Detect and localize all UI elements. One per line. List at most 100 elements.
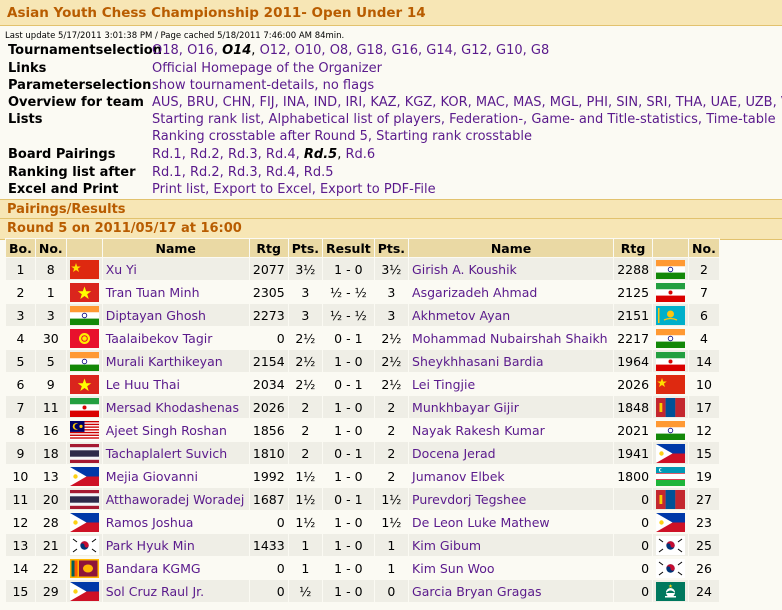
teams-links[interactable]: AUS, BRU, CHN, FIJ, INA, IND, IRI, KAZ, …	[152, 95, 782, 110]
table-cell: 2	[373, 441, 410, 465]
table-cell: 2½	[287, 326, 324, 350]
player2-name-link[interactable]: De Leon Luke Mathew	[412, 515, 550, 530]
player1-name-link[interactable]: Ramos Joshua	[106, 515, 194, 530]
player2-number: 26	[696, 560, 712, 576]
player1-flag-icon	[69, 259, 99, 279]
player1-name-link[interactable]: Murali Karthikeyan	[106, 354, 223, 369]
player2-name-link[interactable]: Purevdorj Tegshee	[412, 492, 526, 507]
player1-name-link[interactable]: Xu Yi	[106, 262, 137, 277]
table-cell: 2½	[287, 372, 324, 396]
organizer-link[interactable]: Official Homepage of the Organizer	[152, 61, 382, 76]
player2-number: 10	[696, 376, 712, 392]
table-cell: Kim Gibum	[408, 533, 615, 557]
table-cell: 1 - 0	[322, 556, 375, 580]
board-round-link[interactable]: Rd.2,	[190, 147, 224, 162]
table-row: 10 13 Mejia Giovanni 1992 1½ 1 - 0 2 Jumanov El…	[5, 464, 720, 488]
ranking-links[interactable]: Rd.1, Rd.2, Rd.3, Rd.4, Rd.5	[152, 165, 334, 180]
player2-points: 3	[387, 284, 396, 300]
player2-name-link[interactable]: Jumanov Elbek	[412, 469, 505, 484]
board-round-link[interactable]: Rd.6	[345, 147, 375, 162]
player1-name-link[interactable]: Ajeet Singh Roshan	[106, 423, 227, 438]
table-cell: Purevdorj Tegshee	[408, 487, 615, 511]
player2-name-link[interactable]: Akhmetov Ayan	[412, 308, 510, 323]
player1-name-link[interactable]: Taalaibekov Tagir	[106, 331, 213, 346]
player1-name-link[interactable]: Bandara KGMG	[106, 561, 201, 576]
player2-name-link[interactable]: Garcia Bryan Gragas	[412, 584, 541, 599]
player1-name-link[interactable]: Park Hyuk Min	[106, 538, 195, 553]
table-cell: 1	[373, 556, 410, 580]
flag-cell	[652, 418, 690, 442]
player2-name-link[interactable]: Sheykhhasani Bardia	[412, 354, 543, 369]
player2-name-link[interactable]: Munkhbayar Gijir	[412, 400, 519, 415]
player1-name-link[interactable]: Le Huu Thai	[106, 377, 180, 392]
player2-rating: 0	[641, 583, 650, 599]
table-cell: 2021	[613, 418, 654, 442]
col-pts1: Pts.	[287, 238, 324, 258]
player2-points: 1½	[381, 491, 402, 507]
player1-name-link[interactable]: Tran Tuan Minh	[106, 285, 200, 300]
player2-points: 2½	[381, 353, 402, 369]
player2-flag-icon	[656, 397, 686, 417]
table-cell: 2	[373, 395, 410, 419]
table-cell: 0 - 1	[322, 372, 375, 396]
tournament-link[interactable]: G12,	[461, 43, 492, 58]
board-round-link[interactable]: Rd.3,	[228, 147, 262, 162]
table-cell: Bandara KGMG	[101, 556, 250, 580]
table-cell: 2305	[248, 280, 289, 304]
tournament-link[interactable]: O8,	[330, 43, 353, 58]
table-cell: Lei Tingjie	[408, 372, 615, 396]
player2-name-link[interactable]: Kim Sun Woo	[412, 561, 495, 576]
game-result: ½ - ½	[330, 307, 367, 323]
excel-links[interactable]: Print list, Export to Excel, Export to P…	[152, 182, 436, 197]
player2-name-link[interactable]: Asgarizadeh Ahmad	[412, 285, 537, 300]
player2-name-link[interactable]: Lei Tingjie	[412, 377, 475, 392]
player1-flag-icon	[69, 305, 99, 325]
player2-flag-icon	[656, 282, 686, 302]
player2-number: 27	[696, 491, 712, 507]
table-cell: 7	[5, 395, 36, 419]
params-label: Parameterselection	[8, 78, 152, 93]
table-cell: 13	[34, 464, 67, 488]
board-round-link[interactable]: Rd.1,	[152, 147, 186, 162]
player1-points: 2½	[295, 376, 316, 392]
tournament-link[interactable]: O16,	[187, 43, 218, 58]
lists-links-line1[interactable]: Starting rank list, Alphabetical list of…	[152, 112, 776, 127]
player2-name-link[interactable]: Docena Jerad	[412, 446, 496, 461]
table-cell: 1856	[248, 418, 289, 442]
player2-rating: 2026	[617, 376, 650, 392]
table-cell: Atthaworadej Woradej	[101, 487, 250, 511]
table-cell: 10	[688, 372, 720, 396]
tournament-link[interactable]: G18,	[356, 43, 387, 58]
tournament-link[interactable]: O10,	[295, 43, 326, 58]
player1-name-link[interactable]: Sol Cruz Raul Jr.	[106, 584, 204, 599]
params-link[interactable]: show tournament-details, no flags	[152, 78, 374, 93]
player1-name-link[interactable]: Tachaplalert Suvich	[106, 446, 227, 461]
board-round-link[interactable]: Rd.4,	[266, 147, 300, 162]
tournament-link[interactable]: O12,	[260, 43, 291, 58]
table-cell: Tran Tuan Minh	[101, 280, 250, 304]
tournament-link[interactable]: G16,	[391, 43, 422, 58]
player2-name-link[interactable]: Mohammad Nubairshah Shaikh	[412, 331, 608, 346]
board-number: 4	[16, 330, 25, 346]
player2-points: 0	[387, 583, 396, 599]
player2-name-link[interactable]: Kim Gibum	[412, 538, 481, 553]
table-cell: 1½	[287, 464, 324, 488]
player1-name-link[interactable]: Mersad Khodashenas	[106, 400, 239, 415]
player2-name-link[interactable]: Girish A. Koushik	[412, 262, 517, 277]
tournament-link[interactable]: G8	[531, 43, 549, 58]
table-cell: Ramos Joshua	[101, 510, 250, 534]
player2-name-link[interactable]: Nayak Rakesh Kumar	[412, 423, 545, 438]
player1-name-link[interactable]: Mejia Giovanni	[106, 469, 198, 484]
player1-name-link[interactable]: Atthaworadej Woradej	[106, 492, 245, 507]
player2-rating: 0	[641, 560, 650, 576]
tournament-selection: O18, O16, O14, O12, O10, O8, G18, G16, G…	[152, 43, 549, 58]
player1-number: 9	[46, 376, 55, 392]
player1-name-link[interactable]: Diptayan Ghosh	[106, 308, 206, 323]
tournament-link[interactable]: O18,	[152, 43, 183, 58]
tournament-link[interactable]: G14,	[426, 43, 457, 58]
lists-links-line2[interactable]: Ranking crosstable after Round 5, Starti…	[152, 129, 532, 144]
tournament-link[interactable]: G10,	[496, 43, 527, 58]
table-cell: 18	[34, 441, 67, 465]
player1-rating: 1856	[252, 422, 285, 438]
game-result: 1 - 0	[334, 468, 363, 484]
